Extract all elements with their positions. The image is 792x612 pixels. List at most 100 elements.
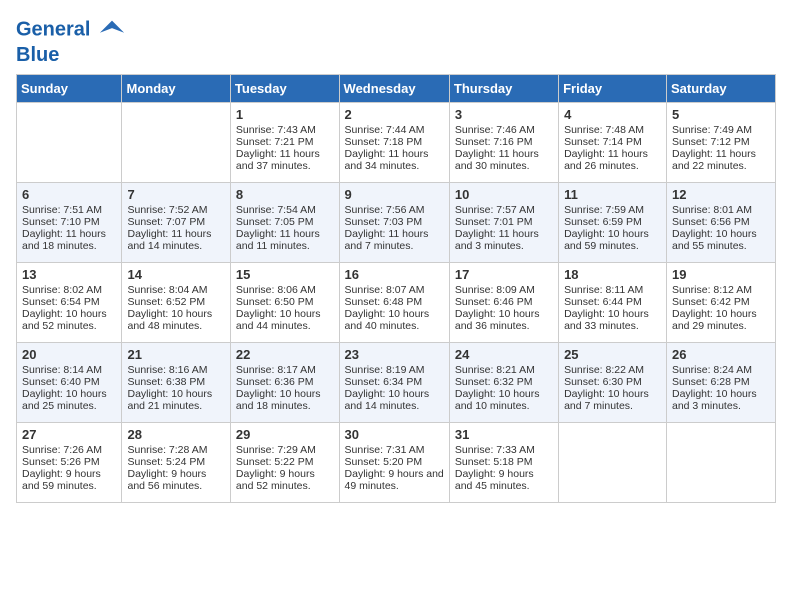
sunrise: Sunrise: 8:09 AM bbox=[455, 284, 535, 296]
daylight: Daylight: 10 hours and 36 minutes. bbox=[455, 308, 540, 332]
daylight: Daylight: 10 hours and 48 minutes. bbox=[127, 308, 212, 332]
calendar-cell: 9Sunrise: 7:56 AMSunset: 7:03 PMDaylight… bbox=[339, 183, 449, 263]
daylight: Daylight: 9 hours and 49 minutes. bbox=[345, 468, 444, 492]
sunrise: Sunrise: 7:48 AM bbox=[564, 124, 644, 136]
logo: General Blue bbox=[16, 16, 126, 66]
calendar-cell: 2Sunrise: 7:44 AMSunset: 7:18 PMDaylight… bbox=[339, 103, 449, 183]
weekday-header-thursday: Thursday bbox=[449, 75, 558, 103]
day-number: 3 bbox=[455, 107, 553, 122]
day-number: 16 bbox=[345, 267, 444, 282]
day-number: 14 bbox=[127, 267, 224, 282]
daylight: Daylight: 10 hours and 7 minutes. bbox=[564, 388, 649, 412]
daylight: Daylight: 10 hours and 55 minutes. bbox=[672, 228, 757, 252]
logo-bird-icon bbox=[98, 16, 126, 44]
daylight: Daylight: 10 hours and 59 minutes. bbox=[564, 228, 649, 252]
day-number: 13 bbox=[22, 267, 116, 282]
day-number: 10 bbox=[455, 187, 553, 202]
day-number: 19 bbox=[672, 267, 770, 282]
sunset: Sunset: 7:07 PM bbox=[127, 216, 205, 228]
day-number: 25 bbox=[564, 347, 661, 362]
day-number: 27 bbox=[22, 427, 116, 442]
sunrise: Sunrise: 8:14 AM bbox=[22, 364, 102, 376]
sunrise: Sunrise: 7:49 AM bbox=[672, 124, 752, 136]
calendar-cell: 13Sunrise: 8:02 AMSunset: 6:54 PMDayligh… bbox=[17, 263, 122, 343]
day-number: 29 bbox=[236, 427, 334, 442]
calendar-cell: 26Sunrise: 8:24 AMSunset: 6:28 PMDayligh… bbox=[666, 343, 775, 423]
calendar-cell: 22 Sunrise: 8:17 AMSunset: 6:36 PMDayligh… bbox=[230, 343, 339, 423]
sunset: Sunset: 7:03 PM bbox=[345, 216, 423, 228]
calendar-cell: 24Sunrise: 8:21 AMSunset: 6:32 PMDayligh… bbox=[449, 343, 558, 423]
sunset: Sunset: 6:42 PM bbox=[672, 296, 750, 308]
sunset: Sunset: 6:30 PM bbox=[564, 376, 642, 388]
sunrise: Sunrise: 8:01 AM bbox=[672, 204, 752, 216]
sunset: Sunset: 6:56 PM bbox=[672, 216, 750, 228]
daylight: Daylight: 10 hours and 33 minutes. bbox=[564, 308, 649, 332]
sunrise: Sunrise: 7:54 AM bbox=[236, 204, 316, 216]
daylight: Daylight: 10 hours and 3 minutes. bbox=[672, 388, 757, 412]
calendar-cell: 27Sunrise: 7:26 AMSunset: 5:26 PMDayligh… bbox=[17, 423, 122, 503]
sunset: Sunset: 6:40 PM bbox=[22, 376, 100, 388]
week-row-3: 13Sunrise: 8:02 AMSunset: 6:54 PMDayligh… bbox=[17, 263, 776, 343]
week-row-2: 6Sunrise: 7:51 AMSunset: 7:10 PMDaylight… bbox=[17, 183, 776, 263]
calendar-cell: 5Sunrise: 7:49 AMSunset: 7:12 PMDaylight… bbox=[666, 103, 775, 183]
day-number: 7 bbox=[127, 187, 224, 202]
daylight: Daylight: 11 hours and 11 minutes. bbox=[236, 228, 320, 252]
page-header: General Blue bbox=[16, 16, 776, 66]
sunset: Sunset: 7:05 PM bbox=[236, 216, 314, 228]
sunrise: Sunrise: 7:51 AM bbox=[22, 204, 102, 216]
sunrise: Sunrise: 8:11 AM bbox=[564, 284, 643, 296]
daylight: Daylight: 10 hours and 18 minutes. bbox=[236, 388, 321, 412]
calendar-cell: 23Sunrise: 8:19 AMSunset: 6:34 PMDayligh… bbox=[339, 343, 449, 423]
sunrise: Sunrise: 8:17 AM bbox=[236, 364, 316, 376]
sunset: Sunset: 6:38 PM bbox=[127, 376, 205, 388]
calendar-cell: 7Sunrise: 7:52 AMSunset: 7:07 PMDaylight… bbox=[122, 183, 230, 263]
calendar-cell: 29Sunrise: 7:29 AMSunset: 5:22 PMDayligh… bbox=[230, 423, 339, 503]
sunset: Sunset: 5:18 PM bbox=[455, 456, 533, 468]
sunrise: Sunrise: 8:16 AM bbox=[127, 364, 207, 376]
sunset: Sunset: 7:14 PM bbox=[564, 136, 642, 148]
calendar-cell: 6Sunrise: 7:51 AMSunset: 7:10 PMDaylight… bbox=[17, 183, 122, 263]
day-number: 30 bbox=[345, 427, 444, 442]
sunset: Sunset: 7:12 PM bbox=[672, 136, 750, 148]
day-number: 18 bbox=[564, 267, 661, 282]
daylight: Daylight: 10 hours and 25 minutes. bbox=[22, 388, 107, 412]
sunset: Sunset: 6:34 PM bbox=[345, 376, 423, 388]
sunset: Sunset: 6:59 PM bbox=[564, 216, 642, 228]
day-number: 15 bbox=[236, 267, 334, 282]
daylight: Daylight: 11 hours and 7 minutes. bbox=[345, 228, 429, 252]
sunset: Sunset: 7:01 PM bbox=[455, 216, 533, 228]
calendar-table: SundayMondayTuesdayWednesdayThursdayFrid… bbox=[16, 74, 776, 503]
sunrise: Sunrise: 7:57 AM bbox=[455, 204, 535, 216]
sunrise: Sunrise: 7:43 AM bbox=[236, 124, 316, 136]
daylight: Daylight: 11 hours and 34 minutes. bbox=[345, 148, 429, 172]
day-number: 8 bbox=[236, 187, 334, 202]
day-number: 1 bbox=[236, 107, 334, 122]
sunrise: Sunrise: 8:04 AM bbox=[127, 284, 207, 296]
day-number: 22 bbox=[236, 347, 334, 362]
calendar-cell: 20Sunrise: 8:14 AMSunset: 6:40 PMDayligh… bbox=[17, 343, 122, 423]
sunrise: Sunrise: 7:28 AM bbox=[127, 444, 207, 456]
sunrise: Sunrise: 8:22 AM bbox=[564, 364, 644, 376]
calendar-cell bbox=[559, 423, 667, 503]
sunset: Sunset: 5:26 PM bbox=[22, 456, 100, 468]
logo-general: General bbox=[16, 18, 90, 40]
calendar-cell: 30Sunrise: 7:31 AMSunset: 5:20 PMDayligh… bbox=[339, 423, 449, 503]
sunrise: Sunrise: 7:26 AM bbox=[22, 444, 102, 456]
daylight: Daylight: 11 hours and 26 minutes. bbox=[564, 148, 648, 172]
daylight: Daylight: 11 hours and 14 minutes. bbox=[127, 228, 211, 252]
sunset: Sunset: 7:18 PM bbox=[345, 136, 423, 148]
week-row-4: 20Sunrise: 8:14 AMSunset: 6:40 PMDayligh… bbox=[17, 343, 776, 423]
daylight: Daylight: 11 hours and 22 minutes. bbox=[672, 148, 756, 172]
calendar-cell: 4Sunrise: 7:48 AMSunset: 7:14 PMDaylight… bbox=[559, 103, 667, 183]
sunrise: Sunrise: 8:24 AM bbox=[672, 364, 752, 376]
weekday-header-friday: Friday bbox=[559, 75, 667, 103]
calendar-cell: 14Sunrise: 8:04 AMSunset: 6:52 PMDayligh… bbox=[122, 263, 230, 343]
sunset: Sunset: 6:50 PM bbox=[236, 296, 314, 308]
sunset: Sunset: 6:36 PM bbox=[236, 376, 314, 388]
calendar-cell bbox=[666, 423, 775, 503]
day-number: 11 bbox=[564, 187, 661, 202]
sunrise: Sunrise: 7:33 AM bbox=[455, 444, 535, 456]
daylight: Daylight: 10 hours and 21 minutes. bbox=[127, 388, 212, 412]
weekday-header-wednesday: Wednesday bbox=[339, 75, 449, 103]
sunrise: Sunrise: 8:21 AM bbox=[455, 364, 535, 376]
